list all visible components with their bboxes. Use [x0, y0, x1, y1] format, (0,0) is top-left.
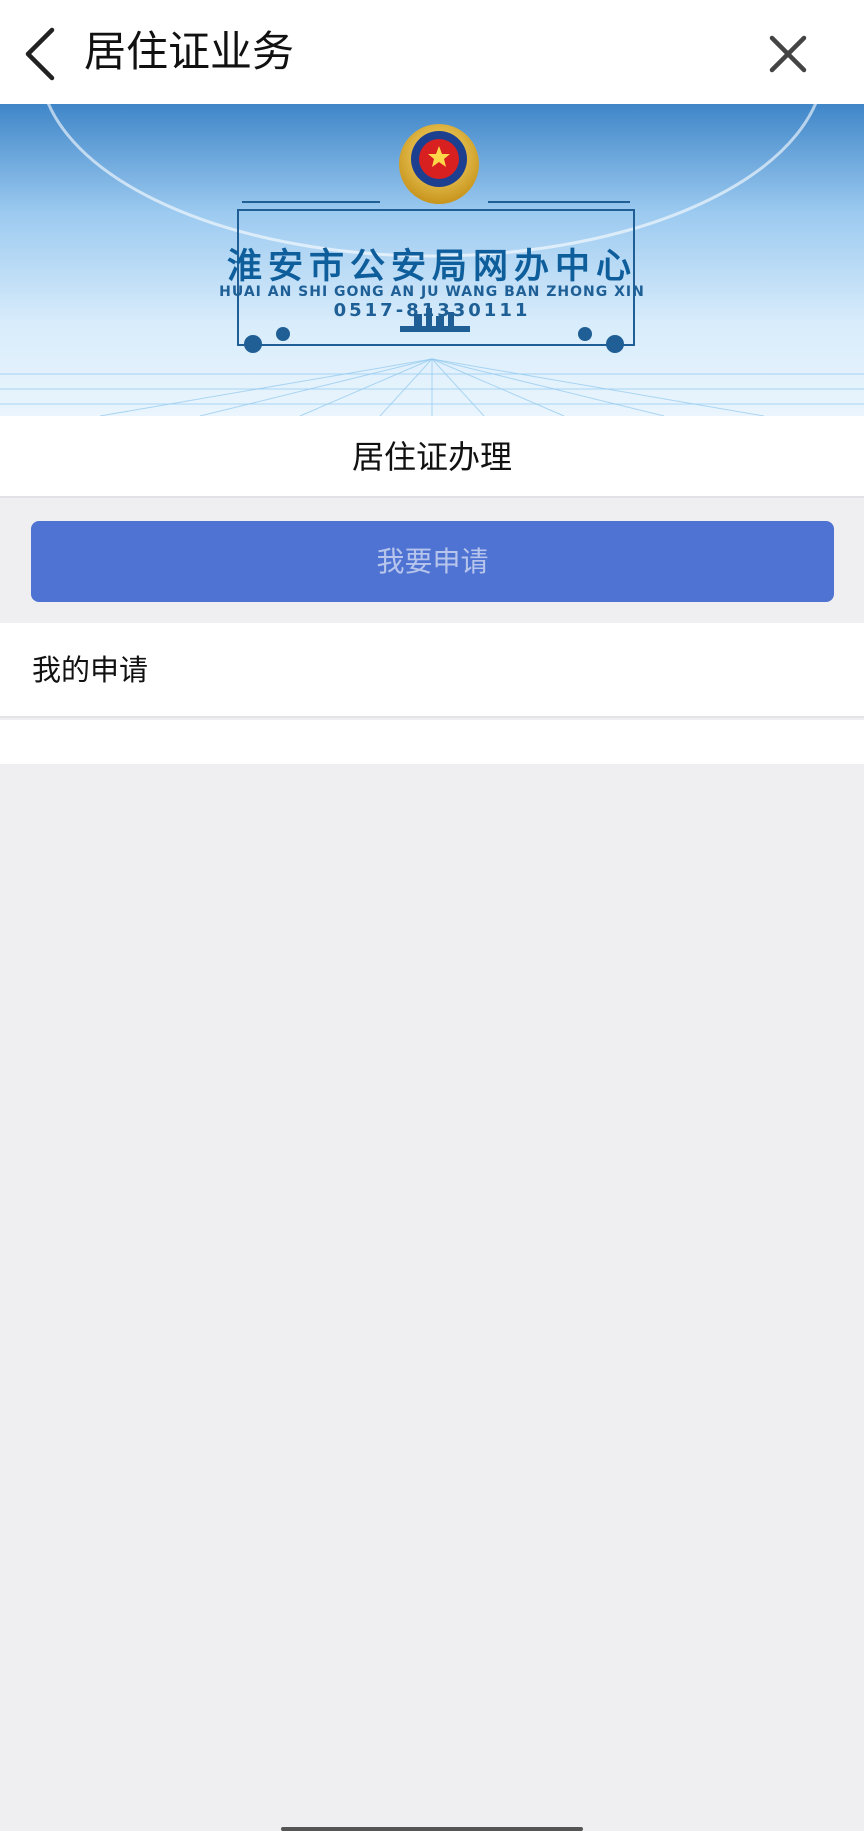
chevron-left-icon [25, 27, 55, 81]
police-emblem-icon [399, 124, 479, 204]
page-title: 居住证业务 [84, 27, 295, 76]
banner: 淮安市公安局网办中心 HUAI AN SHI GONG AN JU WANG B… [0, 104, 864, 416]
banner-title: 淮安市公安局网办中心 [226, 247, 637, 287]
top-nav-bar: 居住证业务 [0, 0, 864, 104]
section-title: 居住证办理 [0, 416, 864, 498]
my-applications-label: 我的申请 [32, 653, 149, 687]
home-indicator [281, 1827, 583, 1831]
my-applications-item[interactable]: 我的申请 [0, 623, 864, 718]
apply-button[interactable]: 我要申请 [31, 521, 834, 602]
banner-phone: 0517-81330111 [333, 300, 531, 321]
empty-list-row [0, 720, 864, 764]
banner-subtitle: HUAI AN SHI GONG AN JU WANG BAN ZHONG XI… [219, 284, 645, 300]
close-button[interactable] [764, 30, 812, 78]
close-icon [769, 35, 807, 73]
back-button[interactable] [22, 26, 62, 82]
